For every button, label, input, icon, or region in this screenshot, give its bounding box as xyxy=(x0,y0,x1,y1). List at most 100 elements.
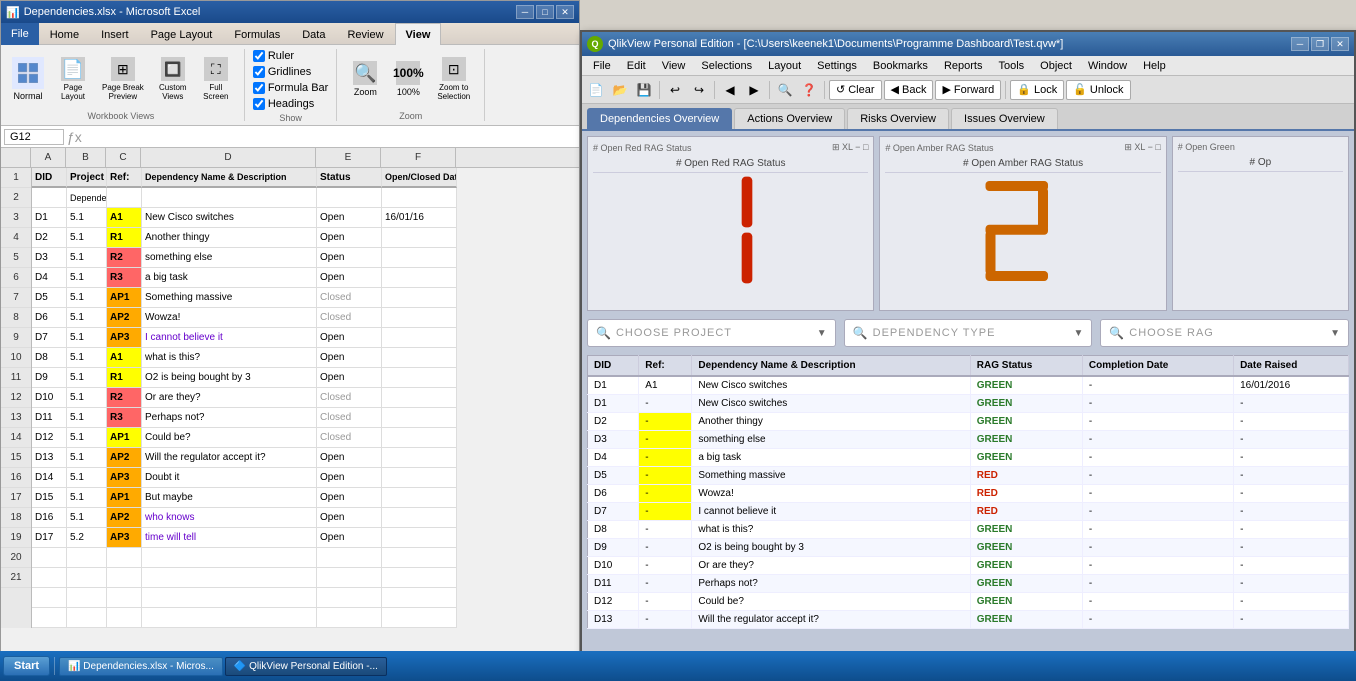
qlik-tool-new[interactable]: 📄 xyxy=(585,79,607,101)
qlik-unlock-btn[interactable]: 🔓 Unlock xyxy=(1066,80,1130,100)
cell-did[interactable]: D1 xyxy=(32,208,67,228)
row-header-8[interactable]: 8 xyxy=(1,308,31,328)
qlik-tool-redo[interactable]: ↪ xyxy=(688,79,710,101)
cell-date[interactable] xyxy=(382,448,457,468)
td-name[interactable]: a big task xyxy=(692,448,970,466)
cell-did[interactable]: D17 xyxy=(32,528,67,548)
cell-project[interactable]: 5.1 xyxy=(67,488,107,508)
qlik-menu-help[interactable]: Help xyxy=(1135,58,1174,74)
td-ref[interactable]: - xyxy=(639,484,692,502)
cell-name[interactable]: Could be? xyxy=(142,428,317,448)
cell-status[interactable]: Open xyxy=(317,228,382,248)
filter-choose-project[interactable]: 🔍 CHOOSE PROJECT ▼ xyxy=(587,319,836,347)
cell-ref[interactable]: AP2 xyxy=(107,308,142,328)
td-rag[interactable]: GREEN xyxy=(970,574,1082,592)
td-ref[interactable]: - xyxy=(639,574,692,592)
cell-date[interactable] xyxy=(382,268,457,288)
qlik-menu-settings[interactable]: Settings xyxy=(809,58,865,74)
td-ref[interactable]: A1 xyxy=(639,376,692,394)
td-name[interactable]: New Cisco switches xyxy=(692,376,970,394)
cell-name[interactable]: Perhaps not? xyxy=(142,408,317,428)
td-name[interactable]: Another thingy xyxy=(692,412,970,430)
excel-close-btn[interactable]: ✕ xyxy=(556,5,574,19)
qlik-tool-undo[interactable]: ↩ xyxy=(664,79,686,101)
cell-did[interactable]: D11 xyxy=(32,408,67,428)
col-header-e[interactable]: E xyxy=(316,148,381,167)
row-header-20[interactable]: 20 xyxy=(1,548,31,568)
td-did[interactable]: D8 xyxy=(588,520,639,538)
qlik-tab-issues[interactable]: Issues Overview xyxy=(951,108,1058,129)
cell-date[interactable] xyxy=(382,428,457,448)
ribbon-btn-page-break[interactable]: ⊞ Page BreakPreview xyxy=(96,53,150,105)
td-did[interactable]: D4 xyxy=(588,448,639,466)
cell-project[interactable]: 5.2 xyxy=(67,528,107,548)
cell-name[interactable]: a big task xyxy=(142,268,317,288)
row-header-7[interactable]: 7 xyxy=(1,288,31,308)
td-name[interactable]: O2 is being bought by 3 xyxy=(692,538,970,556)
cell-did[interactable]: D6 xyxy=(32,308,67,328)
taskbar-item-excel[interactable]: 📊 Dependencies.xlsx - Micros... xyxy=(59,657,223,676)
cell-name[interactable]: Or are they? xyxy=(142,388,317,408)
cell-name[interactable]: I cannot believe it xyxy=(142,328,317,348)
cell-ref[interactable]: AP3 xyxy=(107,528,142,548)
cell-project[interactable]: 5.1 xyxy=(67,268,107,288)
td-did[interactable]: D12 xyxy=(588,592,639,610)
excel-tab-pagelayout[interactable]: Page Layout xyxy=(140,23,224,45)
cell-did[interactable]: D7 xyxy=(32,328,67,348)
td-completion[interactable]: - xyxy=(1082,592,1233,610)
td-raised[interactable]: - xyxy=(1234,484,1349,502)
td-did[interactable]: D1 xyxy=(588,376,639,394)
qlik-tool-search[interactable]: 🔍 xyxy=(774,79,796,101)
td-rag[interactable]: GREEN xyxy=(970,430,1082,448)
cell-did[interactable]: D9 xyxy=(32,368,67,388)
qlik-menu-reports[interactable]: Reports xyxy=(936,58,991,74)
empty-18a[interactable] xyxy=(32,548,67,568)
qlik-tab-risks[interactable]: Risks Overview xyxy=(847,108,949,129)
cell-ref[interactable]: AP3 xyxy=(107,468,142,488)
td-ref[interactable]: - xyxy=(639,502,692,520)
td-name[interactable]: Wowza! xyxy=(692,484,970,502)
ribbon-btn-custom-views[interactable]: 🔲 CustomViews xyxy=(153,53,193,105)
cell-status[interactable]: Open xyxy=(317,328,382,348)
empty-18e[interactable] xyxy=(317,548,382,568)
td-completion[interactable]: - xyxy=(1082,610,1233,628)
headings-checkbox[interactable] xyxy=(253,98,265,110)
qlik-menu-bookmarks[interactable]: Bookmarks xyxy=(865,58,936,74)
empty-20b[interactable] xyxy=(67,588,107,608)
td-raised[interactable]: - xyxy=(1234,538,1349,556)
td-name[interactable]: Perhaps not? xyxy=(692,574,970,592)
qlik-menu-file[interactable]: File xyxy=(585,58,619,74)
cell-project[interactable]: 5.1 xyxy=(67,248,107,268)
cell-ref[interactable]: AP3 xyxy=(107,328,142,348)
empty-21d[interactable] xyxy=(142,608,317,628)
ribbon-btn-100[interactable]: 100% 100% xyxy=(388,57,428,101)
cell-name[interactable]: Wowza! xyxy=(142,308,317,328)
td-completion[interactable]: - xyxy=(1082,484,1233,502)
qlik-menu-edit[interactable]: Edit xyxy=(619,58,654,74)
row-header-10[interactable]: 10 xyxy=(1,348,31,368)
formulabar-checkbox[interactable] xyxy=(253,82,265,94)
qlik-tool-open[interactable]: 📂 xyxy=(609,79,631,101)
td-completion[interactable]: - xyxy=(1082,376,1233,394)
row-header-11[interactable]: 11 xyxy=(1,368,31,388)
row-header-17[interactable]: 17 xyxy=(1,488,31,508)
td-completion[interactable]: - xyxy=(1082,466,1233,484)
cell-name[interactable]: Another thingy xyxy=(142,228,317,248)
row-header-3[interactable]: 3 xyxy=(1,208,31,228)
td-name[interactable]: Will the regulator accept it? xyxy=(692,610,970,628)
td-raised[interactable]: - xyxy=(1234,466,1349,484)
td-name[interactable]: what is this? xyxy=(692,520,970,538)
cell-date[interactable] xyxy=(382,348,457,368)
cell-1b-b[interactable]: Dependency xyxy=(67,188,107,208)
cell-ref[interactable]: AP2 xyxy=(107,448,142,468)
row-header-4[interactable]: 4 xyxy=(1,228,31,248)
ruler-checkbox[interactable] xyxy=(253,50,265,62)
cell-1a-b[interactable] xyxy=(32,188,67,208)
td-name[interactable]: I cannot believe it xyxy=(692,502,970,520)
cell-project[interactable]: 5.1 xyxy=(67,508,107,528)
cell-project[interactable]: 5.1 xyxy=(67,428,107,448)
cell-date[interactable] xyxy=(382,468,457,488)
cell-ref[interactable]: R3 xyxy=(107,408,142,428)
row-header-18[interactable]: 18 xyxy=(1,508,31,528)
td-did[interactable]: D13 xyxy=(588,610,639,628)
